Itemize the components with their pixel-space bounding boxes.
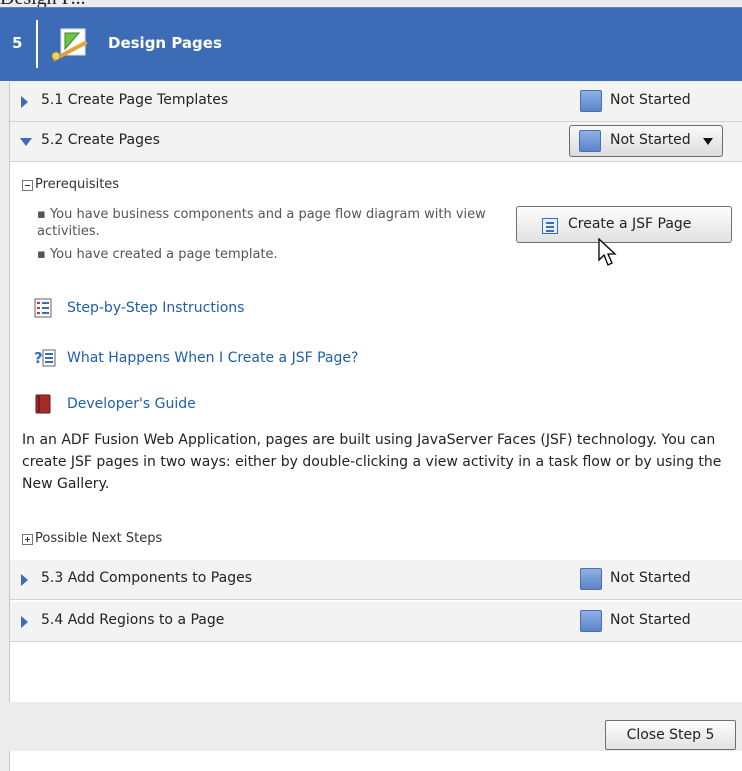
prerequisites-label[interactable]: Prerequisites bbox=[35, 177, 119, 192]
link-label[interactable]: What Happens When I Create a JSF Page? bbox=[67, 350, 358, 366]
step-title: Design Pages bbox=[108, 34, 222, 52]
bullet-icon: ▪ bbox=[37, 207, 50, 222]
link-label[interactable]: Developer's Guide bbox=[67, 396, 196, 412]
substep-label[interactable]: 5.1 Create Page Templates bbox=[41, 92, 228, 108]
status-text: Not Started bbox=[610, 92, 691, 108]
step-header: 5 Design Pages bbox=[0, 7, 742, 81]
create-jsf-page-label: Create a JSF Page bbox=[568, 216, 692, 232]
close-step-button[interactable]: Close Step 5 bbox=[605, 720, 736, 750]
substep-5-1-row[interactable]: 5.1 Create Page Templates Not Started bbox=[10, 82, 742, 122]
prerequisite-item: ▪ You have business components and a pag… bbox=[37, 207, 486, 239]
steps-panel: 5.1 Create Page Templates Not Started 5.… bbox=[9, 82, 742, 771]
status-dropdown[interactable]: Not Started bbox=[569, 125, 723, 157]
design-pages-icon bbox=[51, 28, 88, 62]
status-text: Not Started bbox=[610, 132, 691, 148]
link-label[interactable]: Step-by-Step Instructions bbox=[67, 300, 244, 316]
developers-guide-link[interactable]: Developer's Guide bbox=[34, 394, 294, 416]
bullet-icon: ▪ bbox=[37, 247, 50, 262]
substep-label[interactable]: 5.2 Create Pages bbox=[41, 132, 160, 148]
create-jsf-page-button[interactable]: Create a JSF Page bbox=[516, 206, 732, 243]
collapse-arrow-icon[interactable] bbox=[20, 138, 32, 146]
chevron-down-icon[interactable] bbox=[703, 138, 713, 145]
collapse-prerequisites-icon[interactable] bbox=[22, 180, 33, 191]
status-text: Not Started bbox=[610, 612, 691, 628]
expand-arrow-icon[interactable] bbox=[21, 574, 28, 586]
prerequisite-item: ▪ You have created a page template. bbox=[37, 247, 278, 262]
footer-bar: Close Step 5 bbox=[0, 702, 742, 751]
step-description: In an ADF Fusion Web Application, pages … bbox=[22, 432, 722, 492]
status-text: Not Started bbox=[610, 570, 691, 586]
substep-5-4-row[interactable]: 5.4 Add Regions to a Page Not Started bbox=[10, 602, 742, 642]
expand-next-steps-icon[interactable] bbox=[22, 534, 33, 545]
expand-arrow-icon[interactable] bbox=[21, 616, 28, 628]
checklist-icon bbox=[34, 298, 52, 318]
status-icon bbox=[579, 130, 601, 152]
svg-text:?: ? bbox=[34, 349, 43, 367]
mouse-pointer-icon bbox=[598, 238, 617, 266]
jsf-page-icon bbox=[542, 218, 558, 234]
status-icon bbox=[580, 568, 602, 590]
step-by-step-link[interactable]: Step-by-Step Instructions bbox=[34, 298, 294, 320]
status-icon bbox=[580, 610, 602, 632]
status-icon bbox=[580, 90, 602, 112]
substep-label[interactable]: 5.3 Add Components to Pages bbox=[41, 570, 252, 586]
expand-arrow-icon[interactable] bbox=[21, 96, 28, 108]
substep-5-3-row[interactable]: 5.3 Add Components to Pages Not Started bbox=[10, 560, 742, 600]
header-divider bbox=[36, 20, 38, 68]
possible-next-steps-label[interactable]: Possible Next Steps bbox=[35, 531, 162, 546]
help-topic-icon: ? bbox=[34, 349, 56, 367]
substep-5-2-row[interactable]: 5.2 Create Pages Not Started bbox=[10, 122, 742, 162]
book-icon bbox=[35, 394, 51, 414]
step-number: 5 bbox=[12, 34, 23, 52]
what-happens-link[interactable]: ? What Happens When I Create a JSF Page? bbox=[34, 348, 434, 370]
substep-label[interactable]: 5.4 Add Regions to a Page bbox=[41, 612, 224, 628]
